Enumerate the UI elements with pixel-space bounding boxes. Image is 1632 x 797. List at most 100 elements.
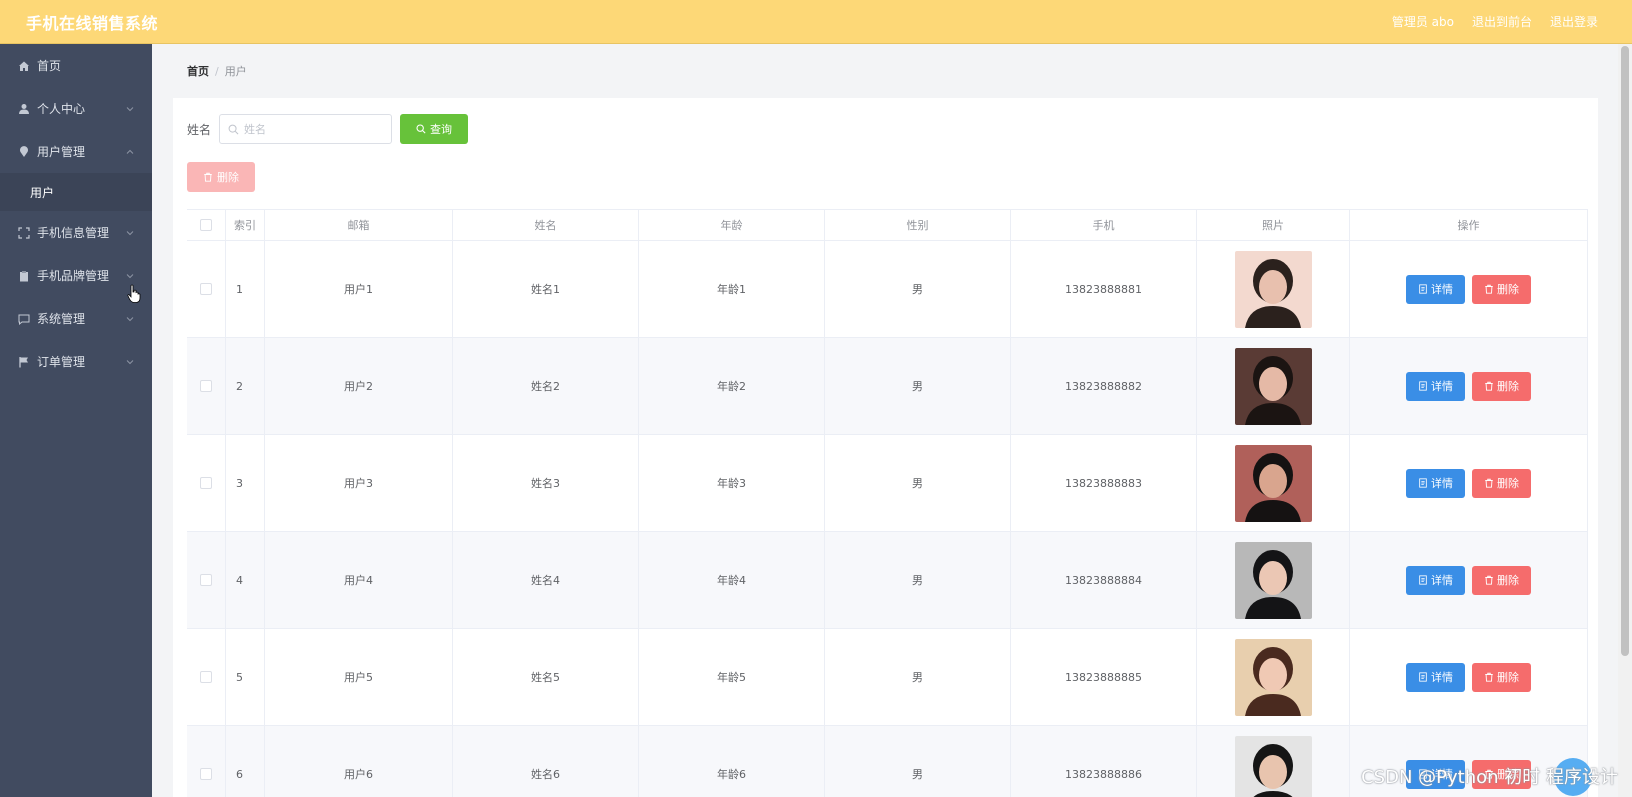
cell-actions: 详情 删除: [1350, 241, 1588, 337]
row-checkbox[interactable]: [200, 380, 212, 392]
cell-photo: [1197, 629, 1350, 725]
user-photo[interactable]: [1234, 444, 1312, 522]
delete-button[interactable]: 删除: [1472, 565, 1531, 595]
document-icon: [1419, 672, 1427, 682]
cell-phone: 13823888885: [1011, 629, 1197, 725]
row-checkbox[interactable]: [200, 283, 212, 295]
sidebar-item-orders[interactable]: 订单管理: [0, 340, 152, 383]
cell-email: 用户2: [265, 338, 453, 434]
sidebar-item-label: 手机信息管理: [37, 226, 110, 240]
scrollbar-thumb[interactable]: [1621, 46, 1629, 656]
cell-gender: 男: [825, 726, 1011, 797]
row-checkbox[interactable]: [200, 574, 212, 586]
row-select-cell[interactable]: [187, 532, 226, 628]
cell-gender: 男: [825, 435, 1011, 531]
delete-button[interactable]: 删除: [1472, 662, 1531, 692]
document-icon: [1419, 381, 1427, 391]
breadcrumb-separator: /: [215, 64, 219, 78]
user-table: 索引 邮箱 姓名 年龄 性别 手机 照片 操作 1 用户1 姓名1 年龄1 男 13823…: [187, 209, 1588, 797]
sidebar-item-user-management[interactable]: 用户管理: [0, 130, 152, 173]
cell-email: 用户6: [265, 726, 453, 797]
cell-index: 4: [226, 532, 265, 628]
row-select-cell[interactable]: [187, 726, 226, 797]
row-checkbox[interactable]: [200, 671, 212, 683]
user-portrait-image: [1234, 638, 1312, 716]
sidebar-item-home[interactable]: 首页: [0, 44, 152, 87]
user-photo[interactable]: [1234, 347, 1312, 425]
trash-icon: [1485, 381, 1493, 391]
search-bar: 姓名 查询: [187, 114, 469, 144]
select-all-checkbox[interactable]: [200, 219, 212, 231]
logout-link[interactable]: 退出登录: [1550, 13, 1598, 30]
header-select-all[interactable]: [187, 210, 226, 240]
table-row: 3 用户3 姓名3 年龄3 男 13823888883 详情 删除: [187, 435, 1588, 532]
sidebar: 首页 个人中心 用户管理 用户 手机信息管理 手机品牌管理 系统管理 订单管理: [0, 44, 152, 797]
column-header: 操作: [1350, 210, 1588, 240]
table-row: 5 用户5 姓名5 年龄5 男 13823888885 详情 删除: [187, 629, 1588, 726]
breadcrumb-home[interactable]: 首页: [187, 63, 209, 79]
query-button[interactable]: 查询: [400, 114, 469, 144]
cell-index: 2: [226, 338, 265, 434]
sidebar-subitem-user[interactable]: 用户: [0, 173, 152, 211]
trash-icon: [1485, 672, 1493, 682]
delete-button[interactable]: 删除: [1472, 274, 1531, 304]
column-header: 姓名: [453, 210, 639, 240]
row-select-cell[interactable]: [187, 629, 226, 725]
user-photo[interactable]: [1234, 541, 1312, 619]
user-photo[interactable]: [1234, 735, 1312, 797]
column-header: 手机: [1011, 210, 1197, 240]
page-scrollbar[interactable]: [1618, 44, 1632, 797]
cell-gender: 男: [825, 338, 1011, 434]
cell-age: 年龄4: [639, 532, 825, 628]
detail-button[interactable]: 详情: [1406, 371, 1465, 401]
row-checkbox[interactable]: [200, 477, 212, 489]
fullscreen-icon: [18, 226, 30, 239]
cell-phone: 13823888881: [1011, 241, 1197, 337]
user-photo[interactable]: [1234, 638, 1312, 716]
row-select-cell[interactable]: [187, 435, 226, 531]
detail-button-label: 详情: [1431, 671, 1453, 684]
user-photo[interactable]: [1234, 250, 1312, 328]
column-header: 索引: [226, 210, 265, 240]
sidebar-item-profile[interactable]: 个人中心: [0, 87, 152, 130]
row-actions: 详情 删除: [1406, 662, 1531, 692]
home-icon: [18, 60, 30, 72]
detail-button[interactable]: 详情: [1406, 565, 1465, 595]
delete-button[interactable]: 删除: [1472, 468, 1531, 498]
name-search-input[interactable]: [244, 122, 385, 136]
cell-gender: 男: [825, 241, 1011, 337]
cell-name: 姓名3: [453, 435, 639, 531]
query-button-label: 查询: [430, 123, 453, 136]
batch-delete-button[interactable]: 删除: [187, 162, 255, 192]
row-actions: 详情 删除: [1406, 565, 1531, 595]
cell-photo: [1197, 241, 1350, 337]
watermark: CSDN @Python 初时 程序设计: [1361, 767, 1618, 788]
row-select-cell[interactable]: [187, 338, 226, 434]
delete-button[interactable]: 删除: [1472, 371, 1531, 401]
table-body: 1 用户1 姓名1 年龄1 男 13823888881 详情 删除 2 用户2 姓名2 年龄2 男 138…: [187, 241, 1588, 797]
row-actions: 详情 删除: [1406, 468, 1531, 498]
row-select-cell[interactable]: [187, 241, 226, 337]
table-row: 1 用户1 姓名1 年龄1 男 13823888881 详情 删除: [187, 241, 1588, 338]
detail-button[interactable]: 详情: [1406, 468, 1465, 498]
column-header: 年龄: [639, 210, 825, 240]
app-title: 手机在线销售系统: [26, 13, 159, 33]
back-to-frontend-link[interactable]: 退出到前台: [1472, 13, 1532, 30]
cell-index: 6: [226, 726, 265, 797]
detail-button[interactable]: 详情: [1406, 274, 1465, 304]
detail-button[interactable]: 详情: [1406, 662, 1465, 692]
search-input-wrapper[interactable]: [219, 114, 393, 144]
main-content: 首页 / 用户 姓名 查询 删除 索引 邮箱 姓名 年龄: [152, 44, 1632, 797]
row-checkbox[interactable]: [200, 768, 212, 780]
row-actions: 详情 删除: [1406, 274, 1531, 304]
row-actions: 详情 删除: [1406, 371, 1531, 401]
message-icon: [18, 313, 30, 325]
cell-age: 年龄2: [639, 338, 825, 434]
sidebar-item-phone-info[interactable]: 手机信息管理: [0, 211, 152, 254]
sidebar-item-label: 用户管理: [37, 145, 86, 159]
document-icon: [1419, 284, 1427, 294]
cell-actions: 详情 删除: [1350, 629, 1588, 725]
admin-user-link[interactable]: 管理员 abo: [1392, 13, 1454, 30]
cell-phone: 13823888882: [1011, 338, 1197, 434]
cell-age: 年龄3: [639, 435, 825, 531]
